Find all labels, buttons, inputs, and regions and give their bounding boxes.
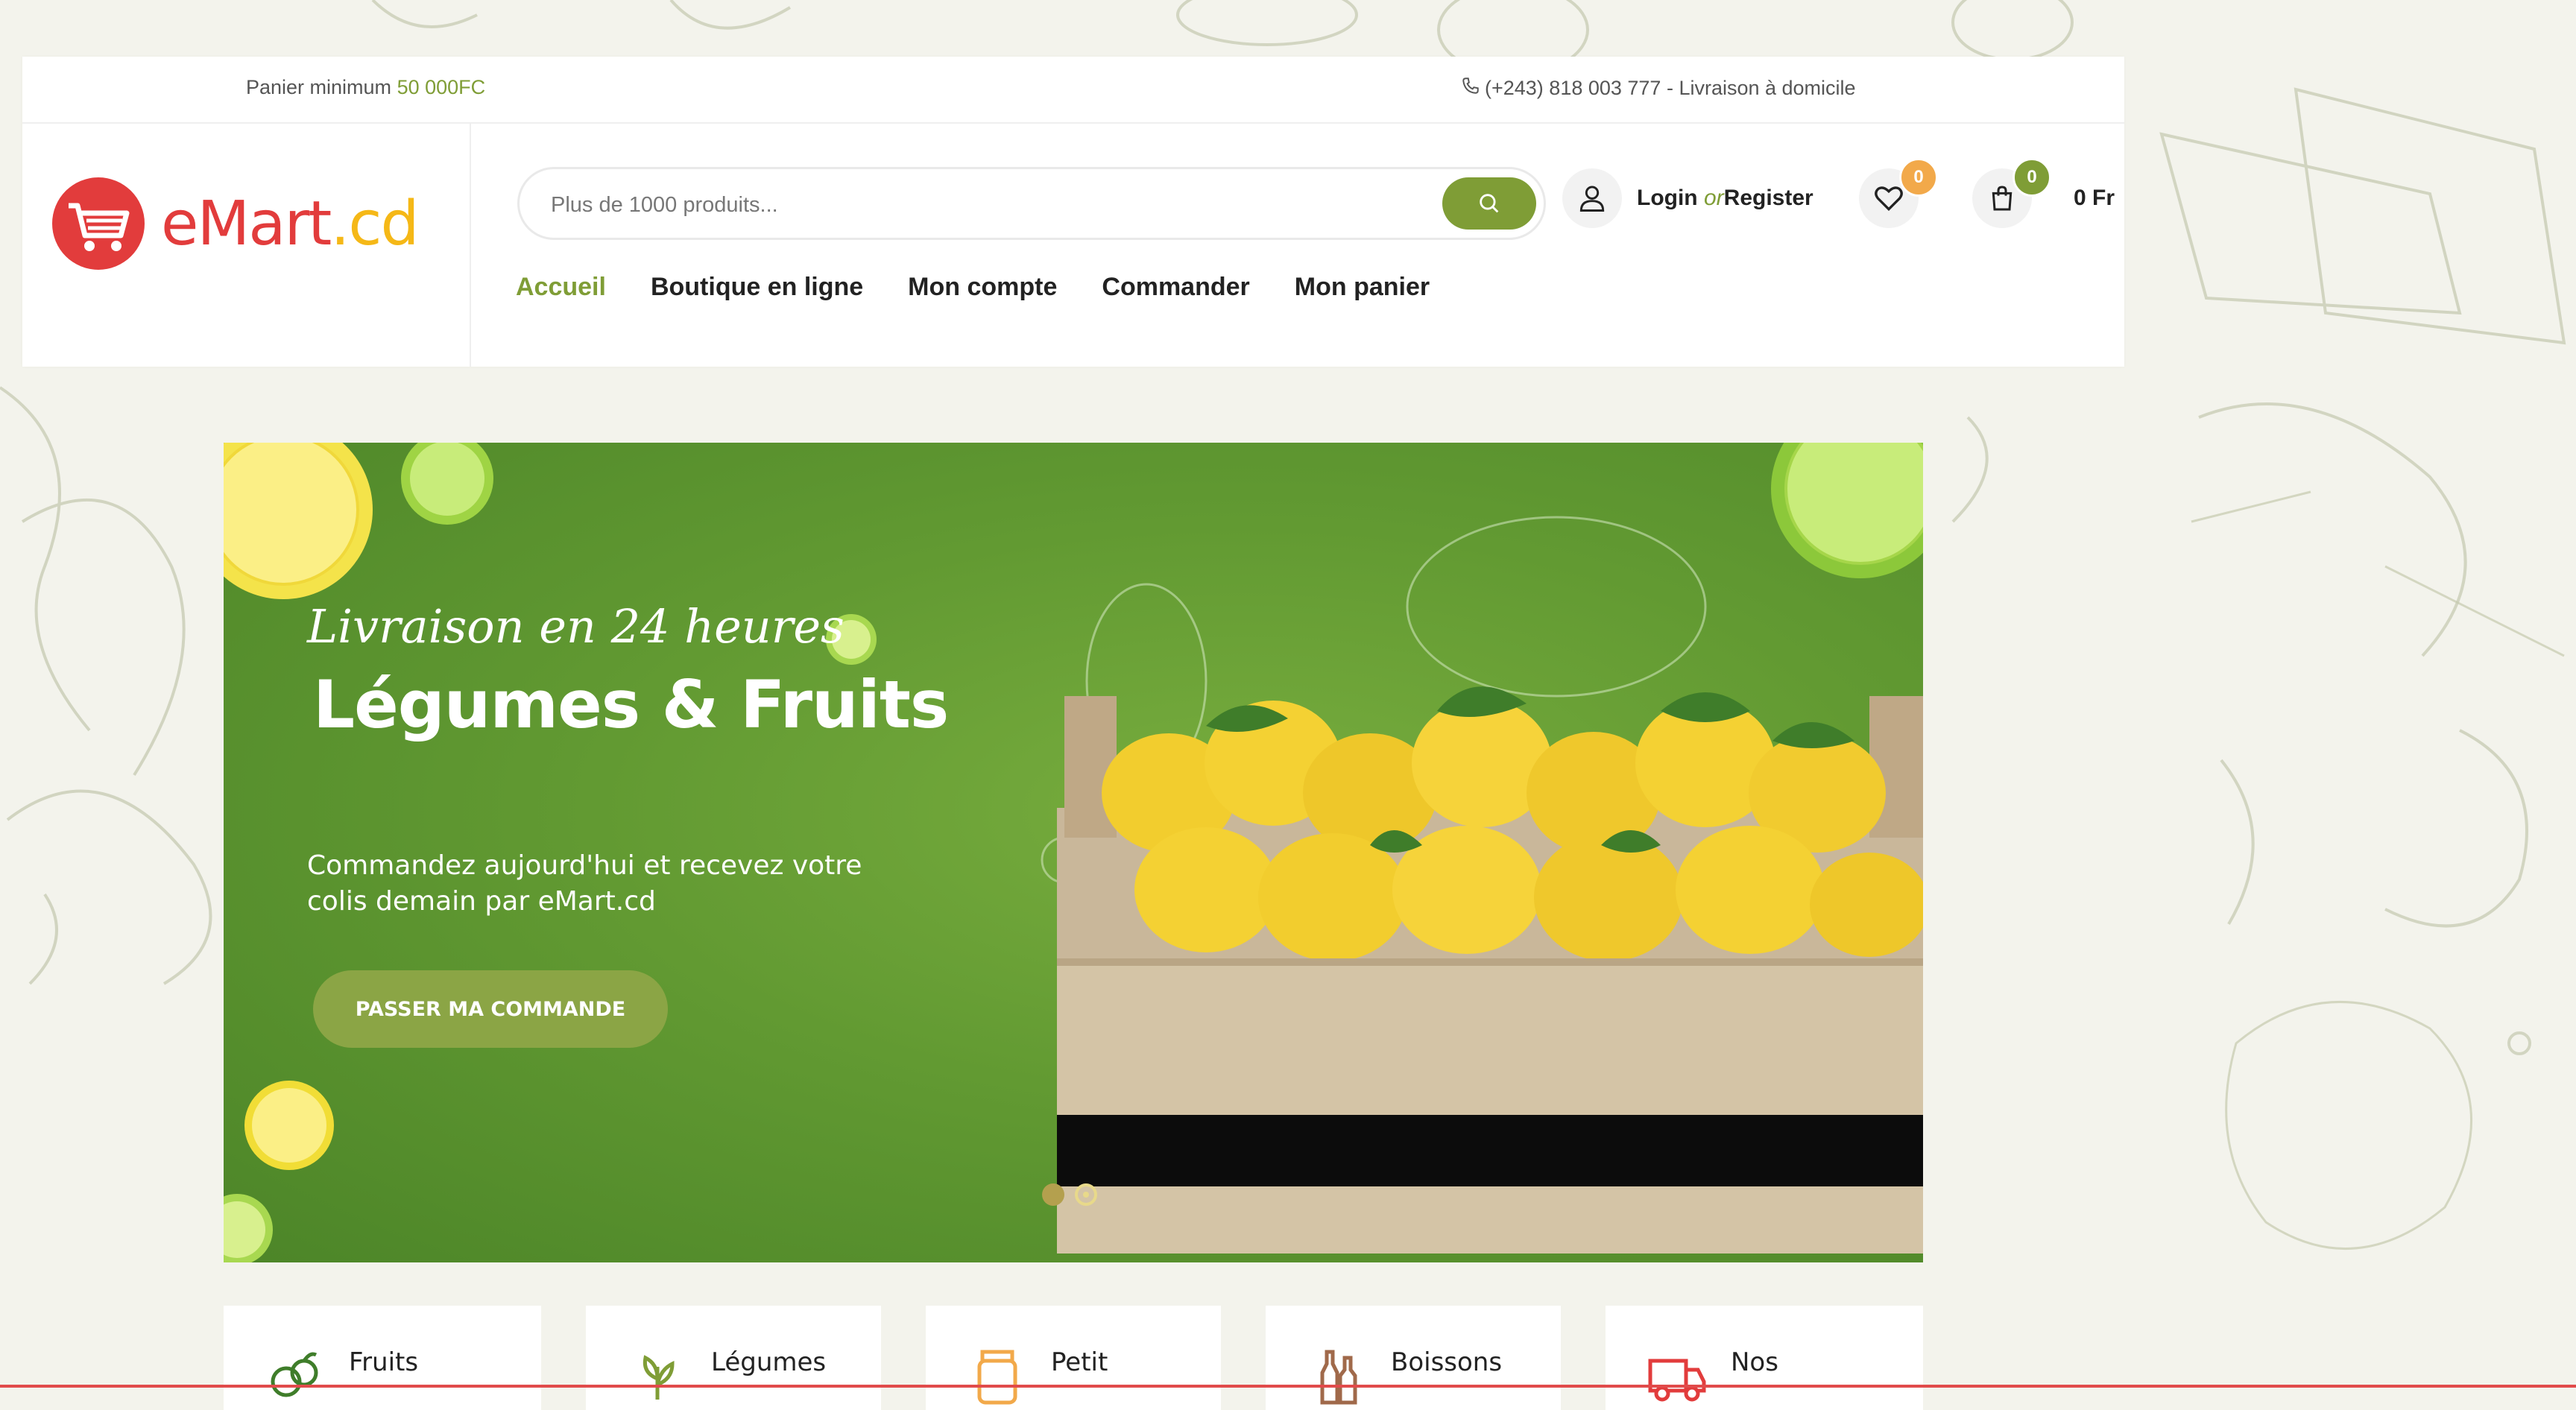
category-label: Boissons: [1391, 1347, 1503, 1377]
lemon-crate-image: [1041, 516, 1923, 1253]
category-card-petit[interactable]: Petit: [926, 1306, 1221, 1410]
jar-icon: [977, 1350, 1017, 1405]
leaf-icon: [643, 1355, 675, 1400]
account-link[interactable]: Login orRegister: [1562, 168, 1813, 228]
min-cart-notice: Panier minimum 50 000FC: [246, 76, 485, 99]
main-nav: Accueil Boutique en ligne Mon compte Com…: [516, 273, 1430, 302]
min-cart-value: 50 000FC: [397, 76, 486, 98]
slider-dot-2[interactable]: [1075, 1183, 1097, 1206]
login-register-text[interactable]: Login orRegister: [1637, 186, 1813, 211]
slider-dot-1[interactable]: [1042, 1183, 1064, 1206]
wishlist-count-badge: 0: [1899, 158, 1938, 197]
site-header: Panier minimum 50 000FC (+243) 818 003 7…: [22, 57, 2124, 367]
search-icon: [1480, 194, 1499, 213]
heart-icon: 0: [1859, 158, 1938, 228]
search-input[interactable]: [549, 184, 1357, 226]
fruits-icon: [271, 1352, 318, 1397]
cart-button[interactable]: 0 0 Fr: [1972, 158, 2115, 228]
category-label: Légumes: [711, 1347, 827, 1377]
category-list: Fruits Légumes Petit Boissons Nos: [224, 1306, 1923, 1410]
phone-icon: [1461, 76, 1480, 101]
truck-icon: [1648, 1359, 1706, 1402]
nav-item-commander[interactable]: Commander: [1102, 273, 1249, 302]
order-cta-button[interactable]: PASSER MA COMMANDE: [313, 970, 668, 1048]
cart-total: 0 Fr: [2074, 186, 2115, 210]
cart-logo-icon: [52, 177, 145, 270]
top-bar: Panier minimum 50 000FC (+243) 818 003 7…: [22, 57, 2124, 124]
cart-count-badge: 0: [2012, 158, 2051, 197]
login-link[interactable]: Login: [1637, 186, 1698, 210]
nav-item-mon-panier[interactable]: Mon panier: [1295, 273, 1430, 302]
nav-item-accueil[interactable]: Accueil: [516, 273, 606, 302]
logo-column: eMart.cd: [22, 122, 471, 367]
nav-item-mon-compte[interactable]: Mon compte: [908, 273, 1057, 302]
bottom-accent-line: [0, 1385, 2576, 1388]
bottles-icon: [1320, 1350, 1357, 1405]
category-label: Petit: [1051, 1347, 1108, 1377]
register-link[interactable]: Register: [1724, 186, 1813, 210]
contact-info: (+243) 818 003 777 - Livraison à domicil…: [1461, 76, 1856, 101]
category-card-boissons[interactable]: Boissons: [1266, 1306, 1561, 1410]
shopping-bag-icon: 0: [1972, 158, 2051, 228]
wishlist-button[interactable]: 0: [1859, 158, 1938, 228]
category-card-nos[interactable]: Nos: [1606, 1306, 1923, 1410]
hero-description: Commandez aujourd'hui et recevez votre c…: [307, 850, 862, 917]
category-label: Nos: [1731, 1347, 1778, 1377]
logo-wordmark: eMart.cd: [161, 188, 420, 259]
category-card-legumes[interactable]: Légumes: [586, 1306, 881, 1410]
slider-pagination: [1042, 1183, 1097, 1206]
category-card-fruits[interactable]: Fruits: [224, 1306, 541, 1410]
hero-slider: Livraison en 24 heures Légumes & Fruits …: [224, 443, 1923, 1262]
site-logo[interactable]: eMart.cd: [51, 176, 420, 271]
search-button[interactable]: [1442, 177, 1536, 230]
category-label: Fruits: [349, 1347, 419, 1377]
user-icon: [1562, 168, 1622, 228]
search-bar: [517, 167, 1546, 240]
contact-text: (+243) 818 003 777 - Livraison à domicil…: [1485, 77, 1856, 99]
hero-script-heading: Livraison en 24 heures: [307, 599, 845, 654]
min-cart-label: Panier minimum: [246, 76, 392, 98]
hero-title: Légumes & Fruits: [313, 666, 949, 743]
nav-item-boutique[interactable]: Boutique en ligne: [651, 273, 863, 302]
